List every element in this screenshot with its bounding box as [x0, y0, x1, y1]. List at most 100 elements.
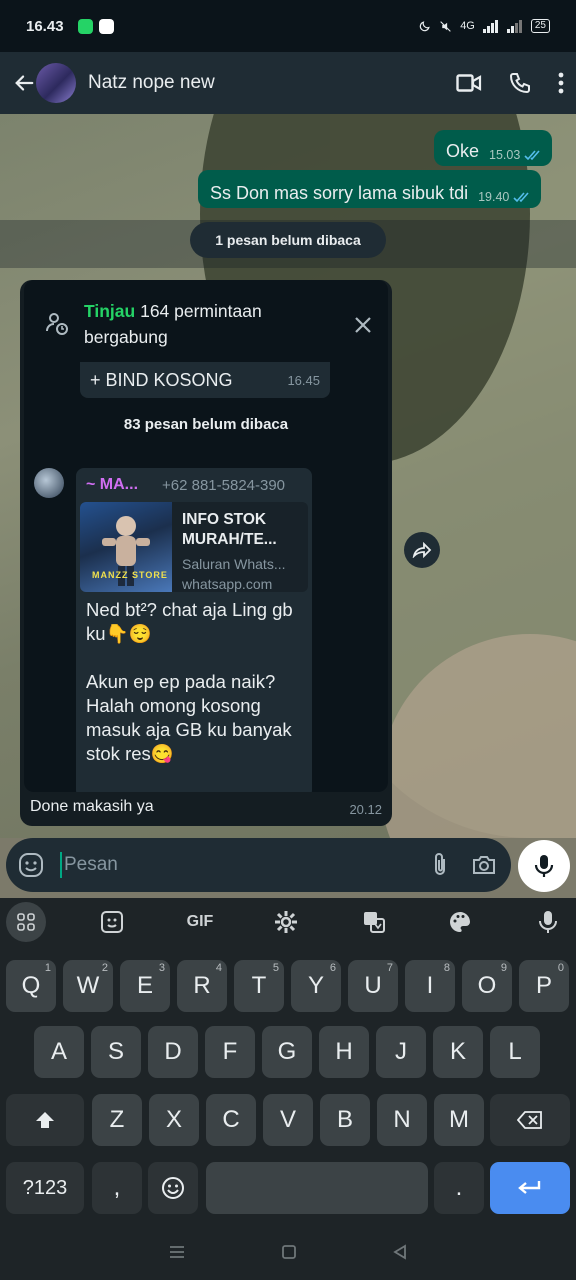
comma-key[interactable]: ,	[92, 1162, 142, 1214]
key-label: T	[251, 972, 267, 999]
join-request-text: Tinjau 164 permintaan bergabung	[84, 298, 344, 350]
voice-record-button[interactable]	[518, 840, 570, 892]
chat-area[interactable]: Oke 15.03 Ss Don mas sorry lama sibuk td…	[0, 114, 576, 838]
app-notification-icon	[98, 18, 114, 34]
key-f[interactable]: F	[205, 1026, 255, 1078]
forward-button[interactable]	[404, 532, 440, 568]
key-n[interactable]: N	[377, 1094, 427, 1146]
backspace-key[interactable]	[490, 1094, 570, 1146]
key-label: C	[222, 1106, 240, 1133]
key-z[interactable]: Z	[92, 1094, 142, 1146]
message-text: Oke	[446, 141, 480, 161]
key-t[interactable]: T5	[234, 960, 284, 1012]
key-w[interactable]: W2	[63, 960, 113, 1012]
key-b[interactable]: B	[320, 1094, 370, 1146]
sender-avatar	[34, 468, 64, 498]
key-label: P	[535, 972, 552, 999]
key-label: H	[335, 1038, 353, 1065]
key-r[interactable]: R4	[177, 960, 227, 1012]
outgoing-message[interactable]: Ss Don mas sorry lama sibuk tdi 19.40	[198, 170, 542, 208]
close-icon[interactable]	[354, 316, 372, 334]
status-bar: 16.43 4G 25	[0, 0, 576, 52]
forward-icon	[412, 542, 432, 558]
image-caption: Done makasih ya	[30, 798, 154, 815]
mic-icon	[534, 855, 554, 877]
emoji-icon	[162, 1177, 184, 1199]
key-c[interactable]: C	[206, 1094, 256, 1146]
message-time: 15.03	[489, 148, 521, 162]
camera-icon[interactable]	[471, 854, 497, 876]
key-o[interactable]: O9	[462, 960, 512, 1012]
emoji-sticker-icon[interactable]	[18, 852, 44, 878]
key-hint: 9	[500, 962, 507, 974]
key-hint: 6	[329, 962, 336, 974]
shift-key[interactable]	[6, 1094, 84, 1146]
sticker-button[interactable]	[92, 902, 132, 942]
key-label: W	[76, 972, 100, 999]
key-label: X	[165, 1106, 182, 1133]
key-q[interactable]: Q1	[6, 960, 56, 1012]
key-m[interactable]: M	[434, 1094, 484, 1146]
settings-button[interactable]	[266, 902, 306, 942]
message-time: 19.40	[478, 190, 510, 204]
key-label: B	[336, 1106, 353, 1133]
link-preview-card: MANZZ STORE INFO STOK MURAH/TE... Salura…	[80, 502, 308, 592]
key-label: Y	[307, 972, 324, 999]
review-link[interactable]: Tinjau	[84, 301, 135, 321]
space-key[interactable]	[206, 1162, 428, 1214]
key-label: S	[107, 1038, 124, 1065]
sender-name: ~ MA...	[86, 476, 139, 493]
key-x[interactable]: X	[149, 1094, 199, 1146]
contact-avatar[interactable]	[36, 63, 76, 103]
key-s[interactable]: S	[91, 1026, 141, 1078]
key-u[interactable]: U7	[348, 960, 398, 1012]
enter-key[interactable]	[490, 1162, 570, 1214]
inner-unread-banner: 83 pesan belum dibaca	[123, 416, 289, 433]
more-options-icon[interactable]	[558, 72, 564, 94]
translate-button[interactable]	[354, 902, 394, 942]
voice-call-icon[interactable]	[508, 71, 532, 95]
key-label: M	[449, 1106, 469, 1133]
link-title: INFO STOK MURAH/TE...	[182, 511, 277, 548]
contact-name[interactable]: Natz nope new	[88, 72, 215, 94]
key-y[interactable]: Y6	[291, 960, 341, 1012]
voice-typing-button[interactable]	[528, 902, 568, 942]
outgoing-message[interactable]: Oke 15.03	[434, 130, 553, 166]
double-check-icon	[524, 149, 540, 160]
emoji-key[interactable]	[148, 1162, 198, 1214]
key-g[interactable]: G	[262, 1026, 312, 1078]
period-key[interactable]: .	[434, 1162, 484, 1214]
image-content: Tinjau 164 permintaan bergabung + BIND K…	[24, 280, 388, 792]
key-v[interactable]: V	[263, 1094, 313, 1146]
symbols-key[interactable]: ?123	[6, 1162, 84, 1214]
back-triangle-icon[interactable]	[392, 1244, 408, 1260]
theme-button[interactable]	[440, 902, 480, 942]
key-k[interactable]: K	[433, 1026, 483, 1078]
home-icon[interactable]	[281, 1244, 297, 1260]
key-d[interactable]: D	[148, 1026, 198, 1078]
key-e[interactable]: E3	[120, 960, 170, 1012]
key-hint: 8	[443, 962, 450, 974]
recents-menu-icon[interactable]	[168, 1245, 186, 1259]
attach-icon[interactable]	[429, 852, 451, 878]
key-a[interactable]: A	[34, 1026, 84, 1078]
chat-header: Natz nope new	[0, 52, 576, 114]
image-message[interactable]: Tinjau 164 permintaan bergabung + BIND K…	[20, 280, 392, 826]
key-h[interactable]: H	[319, 1026, 369, 1078]
key-label: O	[477, 972, 497, 999]
key-l[interactable]: L	[490, 1026, 540, 1078]
app-notification-icon	[77, 18, 93, 34]
key-label: E	[136, 972, 153, 999]
key-i[interactable]: I8	[405, 960, 455, 1012]
gif-button[interactable]: GIF	[180, 902, 220, 942]
composer-row: Pesan	[0, 838, 576, 898]
video-call-icon[interactable]	[456, 72, 482, 94]
key-j[interactable]: J	[376, 1026, 426, 1078]
translate-icon	[364, 912, 385, 933]
message-input[interactable]: Pesan	[6, 838, 511, 892]
key-hint: 2	[101, 962, 108, 974]
key-p[interactable]: P0	[519, 960, 569, 1012]
signal-icon	[506, 19, 522, 33]
apps-button[interactable]	[6, 902, 46, 942]
link-thumbnail: MANZZ STORE	[80, 502, 172, 592]
